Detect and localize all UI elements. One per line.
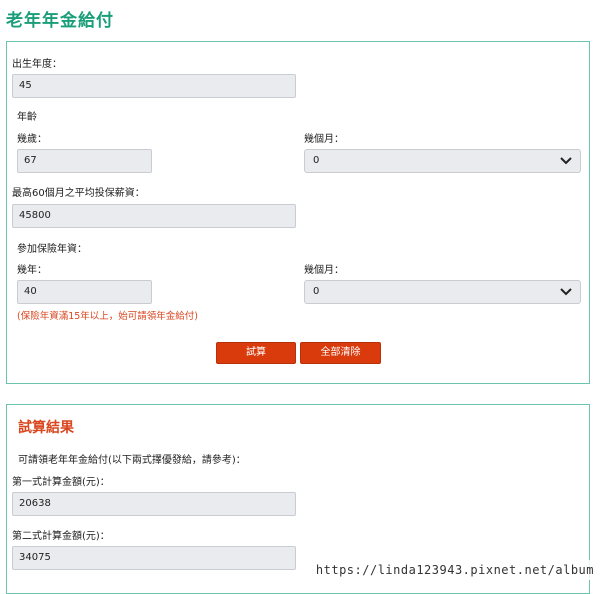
insured-months-label: 幾個月： [304,265,344,276]
age-months-label: 幾個月： [304,134,344,145]
formula2-label: 第二式計算金額(元)： [12,531,110,542]
watermark-url: https://linda123943.pixnet.net/album [307,560,600,580]
birth-year-label: 出生年度： [12,59,62,70]
formula2-output: 34075 [12,546,296,570]
age-months-select[interactable]: 0 [304,149,581,173]
calculator-form-panel: 出生年度： 45 年齡 幾歲： 67 幾個月： 0 最高60個月之平均投保薪資：… [6,41,590,384]
insured-years-label: 幾年： [17,265,47,276]
calculate-button[interactable]: 試算 [216,342,296,364]
insured-months-select[interactable]: 0 [304,280,581,304]
birth-year-input[interactable]: 45 [12,74,296,98]
clear-all-button[interactable]: 全部清除 [300,342,381,364]
avg-salary-input[interactable]: 45800 [12,204,296,228]
age-years-label: 幾歲： [17,134,47,145]
insured-years-note: (保險年資滿15年以上，始可請領年金給付) [17,311,199,322]
formula1-output: 20638 [12,492,296,516]
avg-salary-label: 最高60個月之平均投保薪資： [12,188,145,199]
result-title: 試算結果 [18,420,74,436]
insured-months-selected-value: 0 [313,286,320,297]
age-section-label: 年齡 [17,112,37,123]
age-months-selected-value: 0 [313,155,320,166]
page-title: 老年年金給付 [6,11,114,31]
chevron-down-icon [560,157,572,165]
insured-years-input[interactable]: 40 [17,280,152,304]
result-description: 可請領老年年金給付(以下兩式擇優發給，請參考)： [18,455,246,466]
formula1-label: 第一式計算金額(元)： [12,477,110,488]
chevron-down-icon [560,288,572,296]
age-years-input[interactable]: 67 [17,149,152,173]
insured-section-label: 參加保險年資： [17,244,87,255]
